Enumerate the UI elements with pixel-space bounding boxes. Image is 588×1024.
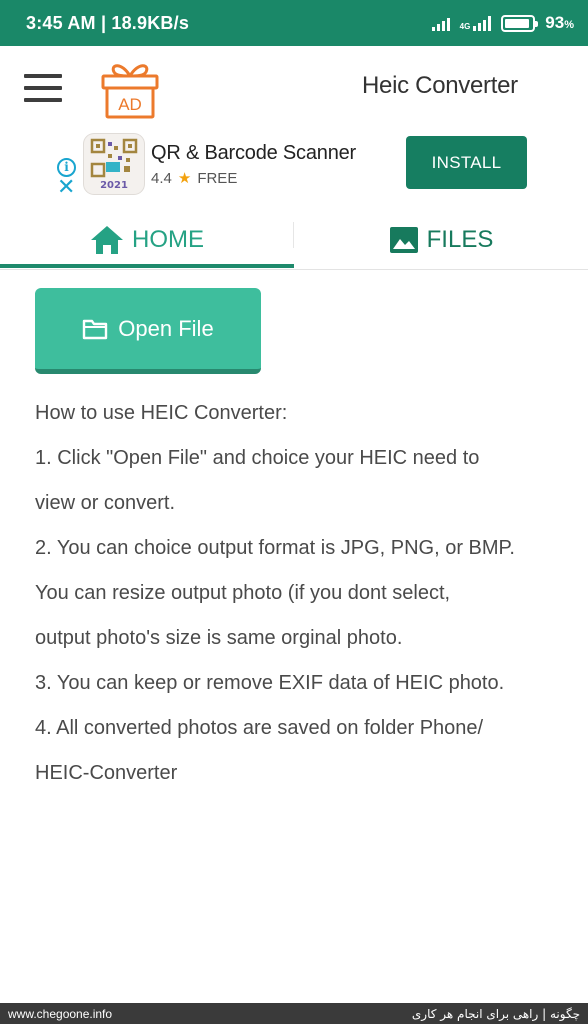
tab-bar: HOME FILES (0, 212, 588, 270)
instruction-line: output photo's size is same orginal phot… (35, 627, 403, 649)
instruction-line: 3. You can keep or remove EXIF data of H… (35, 672, 505, 694)
tab-home-label: HOME (132, 226, 204, 253)
instructions-text: How to use HEIC Converter: 1. Click "Ope… (35, 391, 575, 796)
signal-4g-icon (473, 15, 492, 31)
network-4g-indicator: 4G (460, 15, 492, 31)
signal-icon (431, 15, 450, 31)
ad-close-icon[interactable]: ✕ (57, 176, 75, 198)
qr-code-icon: 2021 (90, 138, 138, 191)
ad-banner[interactable]: i ✕ 2021 QR & Barcode Scanner 4.4 ★ FREE… (0, 130, 588, 212)
instruction-line: You can resize output photo (if you dont… (35, 582, 451, 604)
app-bar: AD Heic Converter (0, 46, 588, 130)
svg-text:2021: 2021 (100, 180, 128, 191)
ad-app-icon[interactable]: 2021 (84, 134, 144, 194)
instruction-line: How to use HEIC Converter: (35, 402, 288, 424)
instruction-line: view or convert. (35, 492, 176, 514)
tab-files[interactable]: FILES (294, 212, 588, 268)
status-time-speed: 3:45 AM | 18.9KB/s (26, 12, 190, 33)
network-type-label: 4G (459, 22, 471, 31)
status-icons: 4G 93% (431, 13, 574, 33)
app-title: Heic Converter (362, 72, 518, 99)
ad-rating-row: 4.4 ★ FREE (151, 169, 238, 188)
image-icon (389, 227, 418, 253)
star-icon: ★ (177, 170, 192, 187)
ad-rating: 4.4 (151, 169, 172, 187)
instruction-line: 2. You can choice output format is JPG, … (35, 537, 515, 559)
home-icon (91, 226, 123, 254)
tab-active-indicator (0, 264, 294, 268)
battery-percent: 93% (545, 13, 574, 32)
tab-files-label: FILES (426, 226, 494, 253)
tab-home[interactable]: HOME (0, 212, 294, 268)
status-bar: 3:45 AM | 18.9KB/s 4G 93% (0, 0, 588, 46)
instruction-line: 4. All converted photos are saved on fol… (35, 717, 484, 739)
footer-url: www.chegoone.info (8, 1006, 113, 1021)
watermark-footer: www.chegoone.info چگونه | راهی برای انجا… (0, 1003, 588, 1024)
ad-app-name[interactable]: QR & Barcode Scanner (151, 142, 356, 165)
ad-gift-icon[interactable]: AD (100, 58, 160, 120)
svg-text:AD: AD (118, 95, 142, 114)
install-button[interactable]: INSTALL (406, 136, 527, 189)
ad-price: FREE (197, 169, 238, 187)
instruction-line: 1. Click "Open File" and choice your HEI… (35, 447, 480, 469)
footer-tagline: چگونه | راهی برای انجام هر کاری (411, 1006, 580, 1021)
menu-icon[interactable] (24, 74, 62, 104)
battery-icon (501, 14, 539, 32)
instruction-line: HEIC-Converter (35, 762, 178, 784)
folder-icon (83, 319, 108, 339)
open-file-button[interactable]: Open File (35, 288, 261, 374)
open-file-label: Open File (118, 315, 214, 341)
